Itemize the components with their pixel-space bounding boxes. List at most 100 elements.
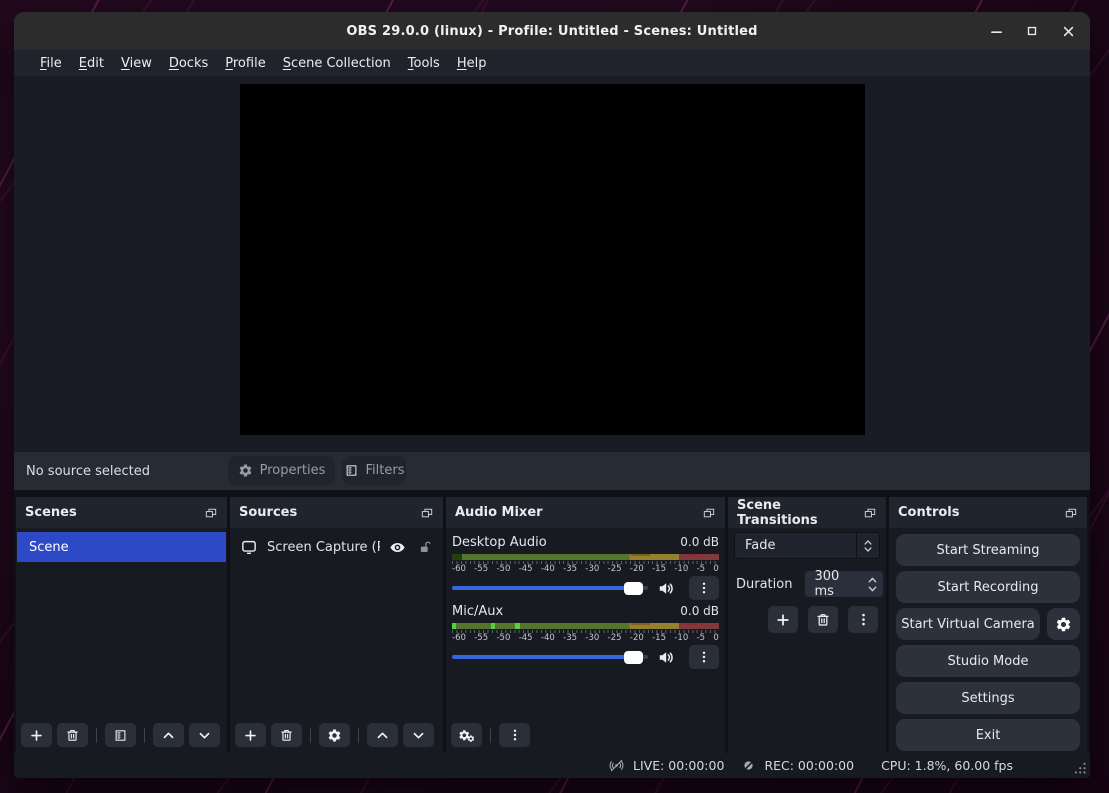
menu-view-mnemonic: V xyxy=(121,56,130,71)
toolbar-separator xyxy=(144,728,145,743)
sources-toolbar xyxy=(230,723,443,753)
menu-scene-collection-label: cene Collection xyxy=(291,56,391,71)
menu-tools-label: ools xyxy=(414,56,440,71)
menu-scene-collection[interactable]: Scene Collection xyxy=(283,56,391,71)
menu-profile[interactable]: Profile xyxy=(225,56,265,71)
volume-slider[interactable] xyxy=(452,650,648,664)
source-context-toolbar: No source selected Properties Filters xyxy=(14,452,1090,490)
remove-scene-button[interactable] xyxy=(57,723,88,747)
remove-transition-button[interactable] xyxy=(808,606,838,633)
speaker-icon[interactable] xyxy=(657,579,676,598)
move-source-down-button[interactable] xyxy=(403,723,434,747)
popout-icon[interactable] xyxy=(863,506,877,520)
meter-peak-line xyxy=(686,554,698,556)
add-scene-button[interactable] xyxy=(21,723,52,747)
no-source-message: No source selected xyxy=(26,452,150,490)
tick-label: -35 xyxy=(563,565,577,574)
volume-slider[interactable] xyxy=(452,581,648,595)
menu-docks-mnemonic: D xyxy=(169,56,179,71)
select-spinner-arrows[interactable] xyxy=(856,533,879,558)
channel-options-button[interactable] xyxy=(689,645,719,669)
move-source-up-button[interactable] xyxy=(367,723,398,747)
menu-profile-mnemonic: P xyxy=(225,56,233,71)
cpu-fps-status: CPU: 1.8%, 60.00 fps xyxy=(881,758,1013,773)
scene-filters-button[interactable] xyxy=(105,723,136,747)
tick-label: -50 xyxy=(496,565,510,574)
tick-label: -45 xyxy=(519,565,533,574)
rec-status: REC: 00:00:00 xyxy=(741,758,854,773)
resize-grip[interactable] xyxy=(1073,761,1087,775)
mixer-options-button[interactable] xyxy=(499,723,530,747)
popout-icon[interactable] xyxy=(702,506,716,520)
source-properties-button[interactable] xyxy=(319,723,350,747)
filters-button[interactable]: Filters xyxy=(342,456,406,485)
duration-spinbox[interactable]: 300 ms xyxy=(805,571,883,597)
menu-tools[interactable]: Tools xyxy=(408,56,440,71)
tick-label: -10 xyxy=(674,565,688,574)
popout-icon[interactable] xyxy=(1064,506,1078,520)
scenes-panel-title: Scenes xyxy=(25,505,77,520)
advanced-audio-properties-button[interactable] xyxy=(451,723,482,747)
window-minimize-button[interactable] xyxy=(985,20,1007,42)
tick-label: -5 xyxy=(697,565,705,574)
remove-source-button[interactable] xyxy=(271,723,302,747)
studio-mode-button[interactable]: Studio Mode xyxy=(896,645,1080,677)
dock-area: Scenes Scene Sou xyxy=(14,490,1090,753)
move-scene-up-button[interactable] xyxy=(153,723,184,747)
start-recording-button[interactable]: Start Recording xyxy=(896,571,1080,603)
scene-transitions-panel: Scene Transitions Fade Duration xyxy=(728,497,886,753)
kebab-icon xyxy=(697,581,711,595)
menu-view[interactable]: View xyxy=(121,56,152,71)
filters-button-label: Filters xyxy=(366,463,405,478)
menu-edit[interactable]: Edit xyxy=(79,56,104,71)
speaker-icon[interactable] xyxy=(657,648,676,667)
popout-icon[interactable] xyxy=(204,506,218,520)
chevron-down-icon xyxy=(197,728,212,743)
window-maximize-button[interactable] xyxy=(1021,20,1043,42)
source-list-item[interactable]: Screen Capture (Pi xyxy=(230,532,443,562)
settings-button[interactable]: Settings xyxy=(896,682,1080,714)
add-transition-button[interactable] xyxy=(768,606,798,633)
spinbox-arrows[interactable] xyxy=(862,575,883,594)
kebab-icon xyxy=(508,728,522,742)
window-maximize-icon xyxy=(1024,23,1040,39)
controls-panel: Controls Start Streaming Start Recording… xyxy=(889,497,1087,753)
menu-docks[interactable]: Docks xyxy=(169,56,208,71)
popout-icon[interactable] xyxy=(420,506,434,520)
channel-options-button[interactable] xyxy=(689,576,719,600)
tick-label: -40 xyxy=(541,565,555,574)
window-title: OBS 29.0.0 (linux) - Profile: Untitled -… xyxy=(346,24,757,39)
add-source-button[interactable] xyxy=(235,723,266,747)
tick-label: -20 xyxy=(630,565,644,574)
mixer-channel-desktop-audio: Desktop Audio 0.0 dB -60-55-50-45-40-35-… xyxy=(452,535,719,597)
move-scene-down-button[interactable] xyxy=(189,723,220,747)
plus-icon xyxy=(775,612,791,628)
gear-icon xyxy=(327,728,342,743)
transition-options-button[interactable] xyxy=(848,606,878,633)
live-time: LIVE: 00:00:00 xyxy=(633,758,724,773)
menu-help[interactable]: Help xyxy=(457,56,487,71)
volume-slider-handle[interactable] xyxy=(624,582,643,595)
start-streaming-button[interactable]: Start Streaming xyxy=(896,534,1080,566)
program-canvas[interactable] xyxy=(240,84,865,435)
scene-transitions-panel-header: Scene Transitions xyxy=(728,497,886,528)
start-virtual-camera-button[interactable]: Start Virtual Camera xyxy=(896,608,1040,640)
transition-select[interactable]: Fade xyxy=(734,532,880,559)
exit-button[interactable]: Exit xyxy=(896,719,1080,751)
meter-tick-labels: -60-55-50-45-40-35-30-25-20-15-10-50 xyxy=(452,565,719,574)
window-close-button[interactable] xyxy=(1057,20,1079,42)
live-status: LIVE: 00:00:00 xyxy=(608,757,724,774)
virtual-camera-config-button[interactable] xyxy=(1047,608,1080,640)
menu-file[interactable]: File xyxy=(40,56,62,71)
properties-button[interactable]: Properties xyxy=(228,456,335,485)
visibility-eye-icon[interactable] xyxy=(389,539,406,556)
transition-selected-value: Fade xyxy=(735,538,776,553)
volume-slider-handle[interactable] xyxy=(624,651,643,664)
chevron-down-icon xyxy=(411,728,426,743)
tick-label: -20 xyxy=(630,634,644,643)
scene-list-item[interactable]: Scene xyxy=(17,532,226,562)
title-bar[interactable]: OBS 29.0.0 (linux) - Profile: Untitled -… xyxy=(14,12,1090,50)
unlock-icon[interactable] xyxy=(418,540,433,555)
kebab-icon xyxy=(697,650,711,664)
trash-icon xyxy=(65,728,80,743)
